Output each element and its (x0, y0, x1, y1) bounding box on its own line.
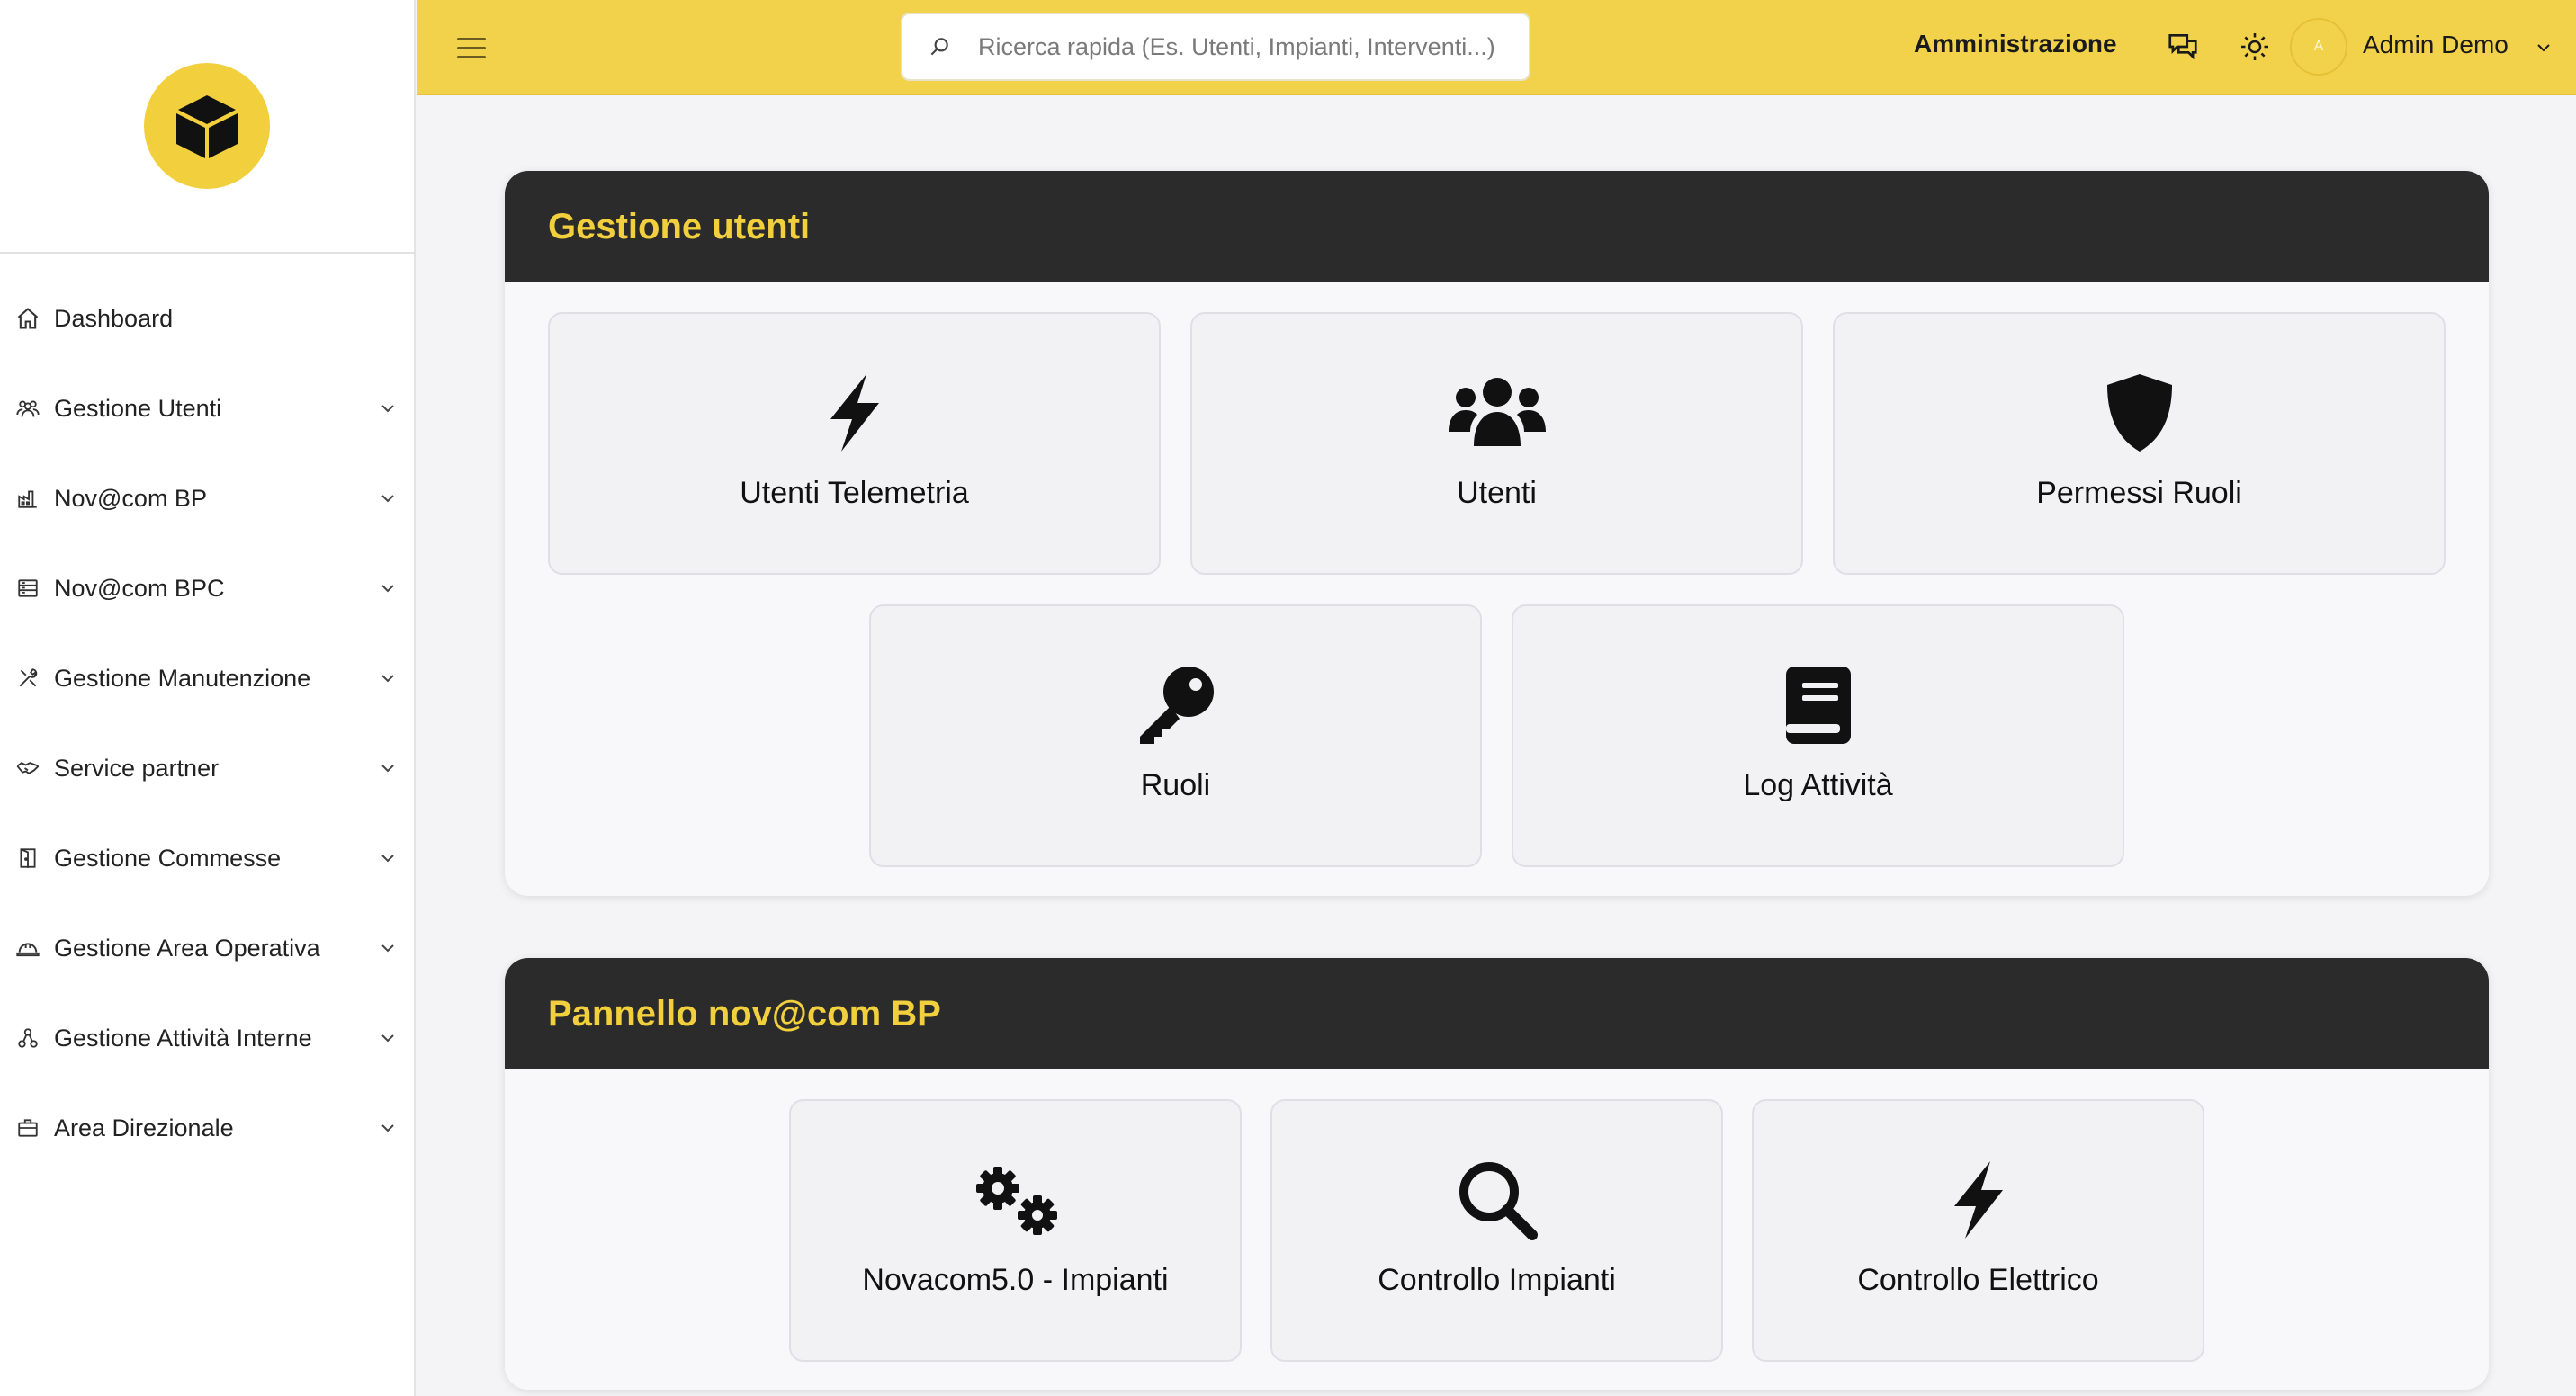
topbar: Amministrazione A Admin Demo (417, 0, 2576, 95)
shield-icon (1835, 368, 2444, 458)
card-label: Novacom5.0 - Impianti (862, 1263, 1169, 1297)
sidebar-item-label: Service partner (54, 754, 220, 782)
users-icon (14, 395, 41, 422)
factory-icon (14, 485, 41, 512)
card-controllo-elettrico[interactable]: Controllo Elettrico (1752, 1099, 2204, 1362)
bolt-icon (1754, 1155, 2203, 1245)
panel-header: Pannello nov@com BP (505, 958, 2489, 1069)
chevron-down-icon (378, 668, 398, 688)
sidebar: Dashboard Gestione Utenti Nov@com BP Nov… (0, 0, 416, 1396)
chevron-down-icon (378, 1118, 398, 1138)
magnifier-icon (1272, 1155, 1721, 1245)
sidebar-item-novacom-bp[interactable]: Nov@com BP (0, 453, 414, 543)
card-utenti[interactable]: Utenti (1190, 312, 1803, 575)
gears-icon (791, 1155, 1240, 1245)
network-icon (14, 1025, 41, 1051)
sidebar-nav: Dashboard Gestione Utenti Nov@com BP Nov… (0, 254, 414, 1173)
card-utenti-telemetria[interactable]: Utenti Telemetria (548, 312, 1161, 575)
card-novacom-impianti[interactable]: Novacom5.0 - Impianti (789, 1099, 1242, 1362)
card-log-attivita[interactable]: Log Attività (1512, 604, 2124, 867)
sidebar-item-label: Gestione Attività Interne (54, 1024, 312, 1051)
card-label: Log Attività (1743, 768, 1893, 802)
sidebar-item-label: Gestione Commesse (54, 844, 282, 872)
card-ruoli[interactable]: Ruoli (869, 604, 1482, 867)
sidebar-item-gestione-commesse[interactable]: Gestione Commesse (0, 813, 414, 903)
menu-toggle-icon[interactable] (457, 30, 493, 66)
card-permessi-ruoli[interactable]: Permessi Ruoli (1833, 312, 2446, 575)
chevron-down-icon (378, 488, 398, 508)
door-icon (14, 845, 41, 872)
sidebar-item-gestione-utenti[interactable]: Gestione Utenti (0, 363, 414, 453)
card-label: Utenti (1457, 476, 1537, 510)
logo-area (0, 0, 414, 254)
sidebar-item-label: Nov@com BPC (54, 574, 225, 602)
sidebar-item-gestione-attivita-interne[interactable]: Gestione Attività Interne (0, 993, 414, 1083)
users-group-icon (1192, 368, 1801, 458)
chevron-down-icon (378, 1028, 398, 1048)
sidebar-item-label: Gestione Utenti (54, 394, 222, 422)
panel-header: Gestione utenti (505, 171, 2489, 282)
chevron-down-icon[interactable] (2534, 38, 2554, 58)
sidebar-item-label: Area Direzionale (54, 1114, 234, 1141)
avatar[interactable]: A (2290, 18, 2347, 76)
briefcase-icon (14, 1114, 41, 1141)
panel-title: Pannello nov@com BP (548, 993, 941, 1034)
key-icon (871, 660, 1480, 750)
search-input[interactable] (978, 32, 1518, 61)
sidebar-item-label: Nov@com BP (54, 484, 207, 512)
helmet-icon (14, 935, 41, 962)
chevron-down-icon (378, 578, 398, 598)
handshake-icon (14, 755, 41, 782)
chevron-down-icon (378, 938, 398, 958)
chevron-down-icon (378, 758, 398, 778)
card-label: Permessi Ruoli (2036, 476, 2242, 510)
sidebar-item-novacom-bpc[interactable]: Nov@com BPC (0, 543, 414, 633)
sidebar-item-dashboard[interactable]: Dashboard (0, 273, 414, 363)
search-box[interactable] (901, 13, 1530, 81)
admin-link[interactable]: Amministrazione (1914, 30, 2117, 58)
sidebar-item-gestione-area-operativa[interactable]: Gestione Area Operativa (0, 903, 414, 993)
card-controllo-impianti[interactable]: Controllo Impianti (1270, 1099, 1723, 1362)
sidebar-item-label: Gestione Area Operativa (54, 934, 320, 962)
bolt-icon (550, 368, 1159, 458)
card-label: Ruoli (1140, 768, 1211, 802)
chat-icon[interactable] (2163, 27, 2203, 67)
user-name[interactable]: Admin Demo (2363, 31, 2509, 59)
card-label: Utenti Telemetria (740, 476, 969, 510)
chevron-down-icon (378, 848, 398, 868)
panel-title: Gestione utenti (548, 206, 811, 246)
server-icon (14, 575, 41, 602)
logo[interactable] (144, 63, 270, 189)
book-icon (1513, 660, 2123, 750)
panel-gestione-utenti: Gestione utenti Utenti Telemetria Utenti… (505, 171, 2489, 896)
card-label: Controllo Elettrico (1857, 1263, 2099, 1297)
sidebar-item-label: Dashboard (54, 304, 174, 332)
search-icon (926, 33, 953, 60)
home-icon (14, 305, 41, 332)
card-label: Controllo Impianti (1378, 1263, 1616, 1297)
sidebar-item-label: Gestione Manutenzione (54, 664, 311, 692)
sidebar-item-area-direzionale[interactable]: Area Direzionale (0, 1083, 414, 1173)
chevron-down-icon (378, 398, 398, 418)
cube-icon (176, 95, 238, 158)
tools-icon (14, 665, 41, 692)
theme-toggle-icon[interactable] (2235, 27, 2275, 67)
panel-novacom-bp: Pannello nov@com BP Novacom5.0 - Impiant… (505, 958, 2489, 1390)
sidebar-item-service-partner[interactable]: Service partner (0, 723, 414, 813)
sidebar-item-gestione-manutenzione[interactable]: Gestione Manutenzione (0, 633, 414, 723)
